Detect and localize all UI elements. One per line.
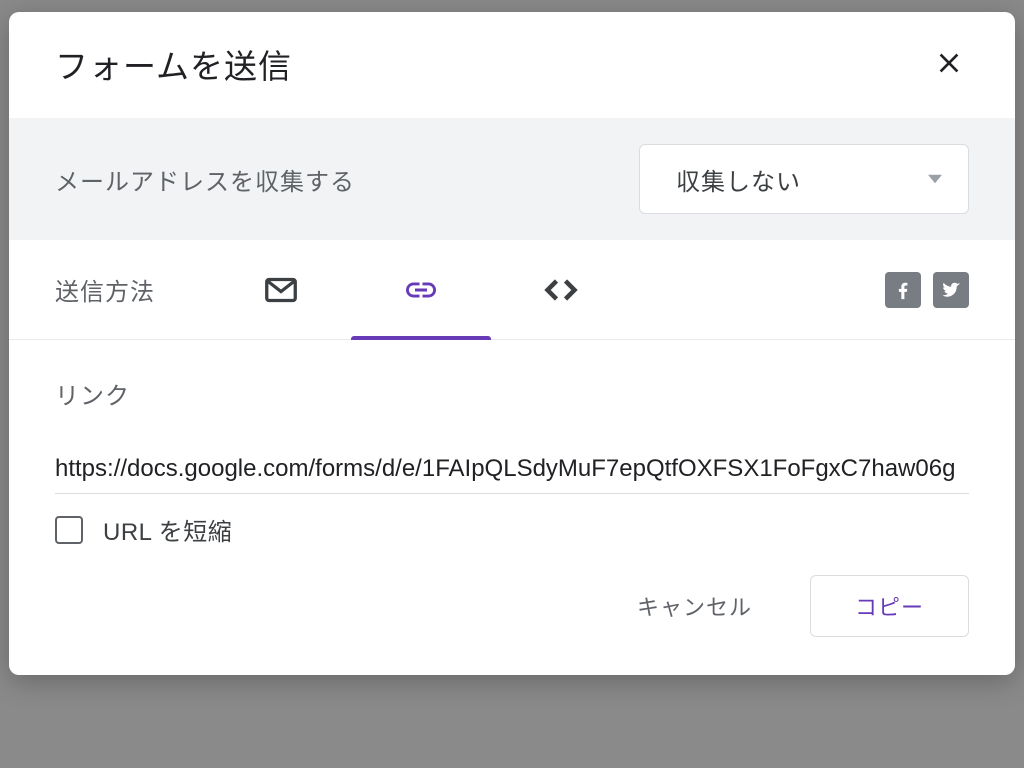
shorten-url-label: URL を短縮 — [103, 512, 232, 547]
tab-embed[interactable] — [491, 240, 631, 339]
copy-button[interactable]: コピー — [810, 575, 969, 637]
cancel-button[interactable]: キャンセル — [609, 576, 780, 636]
shorten-url-checkbox[interactable] — [55, 516, 83, 544]
collect-emails-select[interactable]: 収集しない — [639, 144, 969, 214]
embed-icon — [543, 272, 579, 308]
share-twitter-button[interactable] — [933, 272, 969, 308]
twitter-icon — [940, 279, 962, 301]
facebook-icon — [892, 279, 914, 301]
dialog-header: フォームを送信 — [9, 12, 1015, 118]
link-url-input[interactable] — [55, 449, 969, 494]
link-section: リンク — [9, 340, 1015, 494]
share-facebook-button[interactable] — [885, 272, 921, 308]
tab-link[interactable] — [351, 240, 491, 339]
collect-emails-bar: メールアドレスを収集する 収集しない — [9, 118, 1015, 240]
tab-email[interactable] — [211, 240, 351, 339]
collect-emails-label: メールアドレスを収集する — [55, 162, 355, 197]
mail-icon — [263, 272, 299, 308]
send-method-tabs — [211, 240, 631, 339]
chevron-down-icon — [928, 172, 942, 186]
dialog-footer: キャンセル コピー — [9, 547, 1015, 675]
dialog-title: フォームを送信 — [55, 40, 292, 88]
link-section-label: リンク — [55, 376, 969, 411]
shorten-url-row: URL を短縮 — [9, 494, 1015, 547]
send-method-label: 送信方法 — [55, 272, 155, 307]
send-form-dialog: フォームを送信 メールアドレスを収集する 収集しない 送信方法 — [9, 12, 1015, 675]
send-method-row: 送信方法 — [9, 240, 1015, 340]
link-icon — [403, 272, 439, 308]
social-share — [885, 272, 969, 308]
close-icon — [933, 47, 965, 79]
close-button[interactable] — [929, 43, 969, 86]
collect-emails-value: 収集しない — [676, 162, 801, 197]
